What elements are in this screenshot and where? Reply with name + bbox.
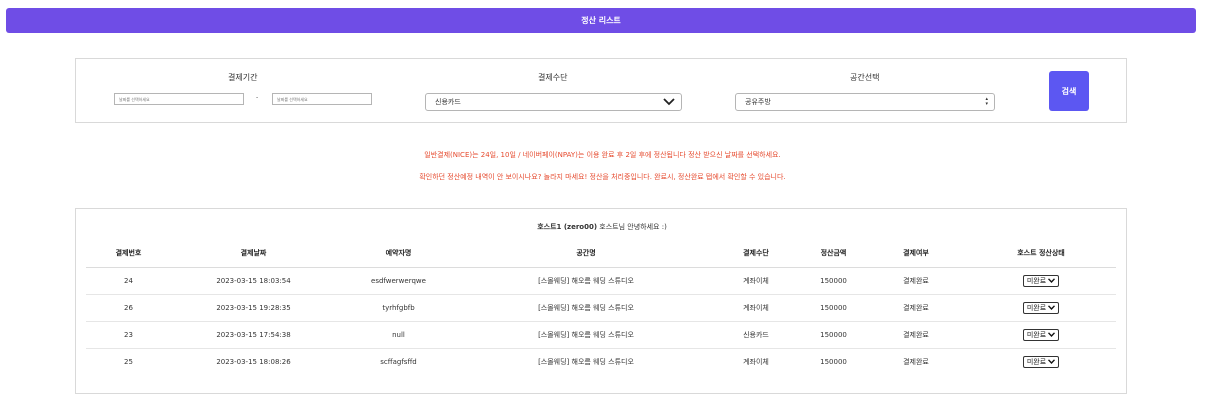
col-payment-method: 결제수단 <box>711 240 801 268</box>
chevron-down-icon <box>663 98 675 106</box>
payment-method-value: 신용카드 <box>435 98 461 106</box>
payment-date: 2023-03-15 18:03:54 <box>171 267 336 295</box>
col-payment-date: 결제날짜 <box>171 240 336 268</box>
paid-status: 결제완료 <box>866 267 966 295</box>
col-space-name: 공간명 <box>461 240 711 268</box>
payment-method: 신용카드 <box>711 321 801 349</box>
space-name: [스몰웨딩] 해오름 웨딩 스튜디오 <box>461 267 711 295</box>
booker-name: scffagfsffd <box>380 357 417 366</box>
booker-name: esdfwerwerqwe <box>336 267 461 295</box>
period-label: 결제기간 <box>228 73 258 82</box>
col-host-settle-state: 호스트 정산상태 <box>966 240 1116 268</box>
chevron-down-icon <box>1048 305 1056 310</box>
table-header-row: 결제번호 결제날짜 예약자명 공간명 결제수단 정산금액 결제여부 호스트 정산… <box>86 240 1116 268</box>
settle-amount: 150000 <box>820 357 847 366</box>
space-name: [스몰웨딩] 해오름 웨딩 스튜디오 <box>461 294 711 322</box>
settle-state-select[interactable]: 미완료 <box>1022 301 1060 314</box>
col-payment-no: 결제번호 <box>86 240 171 268</box>
booker-name: null <box>336 321 461 349</box>
payment-method: 계좌이체 <box>711 267 801 295</box>
paid-status: 결제완료 <box>866 294 966 322</box>
host-greeting: 호스트1 (zero00) 호스트님 안녕하세요 :) <box>76 222 1128 232</box>
settle-state-cell: 미완료 <box>966 294 1116 322</box>
table-row: 25 2023-03-15 18:08:26 scffagfsffd [스몰웨딩… <box>86 348 1116 375</box>
payment-no: 23 <box>86 321 171 349</box>
space-name: [스몰웨딩] 해오름 웨딩 스튜디오 <box>538 357 634 366</box>
settle-amount: 150000 <box>801 267 866 295</box>
greeting-suffix: 호스트님 안녕하세요 :) <box>599 223 667 231</box>
date-separator: - <box>256 94 259 101</box>
settlement-table-card: 호스트1 (zero00) 호스트님 안녕하세요 :) 결제번호 결제날짜 예약… <box>75 208 1127 394</box>
payment-method: 계좌이체 <box>743 357 769 366</box>
settle-state-value: 미완료 <box>1026 330 1047 339</box>
settlement-notice-1: 일반결제(NICE)는 24일, 10일 / 네이버페이(NPAY)는 이용 완… <box>424 151 781 159</box>
settle-state-select[interactable]: 미완료 <box>1022 328 1060 341</box>
settle-state-select[interactable]: 미완료 <box>1022 274 1060 287</box>
space-name: [스몰웨딩] 해오름 웨딩 스튜디오 <box>461 321 711 349</box>
space-label: 공간선택 <box>850 73 880 82</box>
col-settle-amount: 정산금액 <box>801 240 866 268</box>
settle-state-value: 미완료 <box>1026 357 1047 366</box>
table-row: 24 2023-03-15 18:03:54 esdfwerwerqwe [스몰… <box>86 267 1116 295</box>
paid-status: 결제완료 <box>866 321 966 349</box>
end-date-input[interactable] <box>272 93 372 105</box>
search-button[interactable]: 검색 <box>1049 71 1089 111</box>
payment-date: 2023-03-15 18:08:26 <box>216 357 291 366</box>
table-row: 23 2023-03-15 17:54:38 null [스몰웨딩] 해오름 웨… <box>86 321 1116 349</box>
up-down-arrow-icon: ▴ ▾ <box>985 96 988 107</box>
payment-no: 25 <box>124 357 133 366</box>
settle-state-value: 미완료 <box>1026 303 1047 312</box>
payment-method-select[interactable]: 신용카드 <box>425 93 682 111</box>
payment-date: 2023-03-15 17:54:38 <box>171 321 336 349</box>
payment-method: 계좌이체 <box>711 294 801 322</box>
method-label: 결제수단 <box>538 73 568 82</box>
settlement-table: 결제번호 결제날짜 예약자명 공간명 결제수단 정산금액 결제여부 호스트 정산… <box>86 240 1116 375</box>
chevron-down-icon <box>1048 278 1056 283</box>
settle-state-cell: 미완료 <box>966 348 1116 375</box>
chevron-down-icon <box>1048 332 1056 337</box>
col-booker-name: 예약자명 <box>336 240 461 268</box>
space-select[interactable]: 공유주방 ▴ ▾ <box>735 93 995 111</box>
payment-date: 2023-03-15 19:28:35 <box>171 294 336 322</box>
filter-panel: 결제기간 - 결제수단 신용카드 공간선택 공유주방 ▴▾ 검색 <box>75 58 1127 123</box>
settle-amount: 150000 <box>801 294 866 322</box>
settle-state-cell: 미완료 <box>966 321 1116 349</box>
space-value: 공유주방 <box>745 98 771 106</box>
page-header-bar: 정산 리스트 <box>6 8 1196 33</box>
settle-state-cell: 미완료 <box>966 267 1116 295</box>
settle-state-select[interactable]: 미완료 <box>1022 355 1060 368</box>
host-name: 호스트1 (zero00) <box>537 223 598 231</box>
chevron-down-icon <box>1048 359 1056 365</box>
booker-name: tyrhfgbfb <box>336 294 461 322</box>
settle-amount: 150000 <box>801 321 866 349</box>
payment-no: 26 <box>86 294 171 322</box>
table-row: 26 2023-03-15 19:28:35 tyrhfgbfb [스몰웨딩] … <box>86 294 1116 322</box>
payment-no: 24 <box>86 267 171 295</box>
col-paid-status: 결제여부 <box>866 240 966 268</box>
paid-status: 결제완료 <box>903 357 929 366</box>
page-title: 정산 리스트 <box>581 16 621 25</box>
settlement-notice-2: 확인하던 정산예정 내역이 안 보이시나요? 놀라지 마세요! 정산을 처리중입… <box>419 173 786 181</box>
start-date-input[interactable] <box>114 93 244 105</box>
settle-state-value: 미완료 <box>1026 276 1047 285</box>
